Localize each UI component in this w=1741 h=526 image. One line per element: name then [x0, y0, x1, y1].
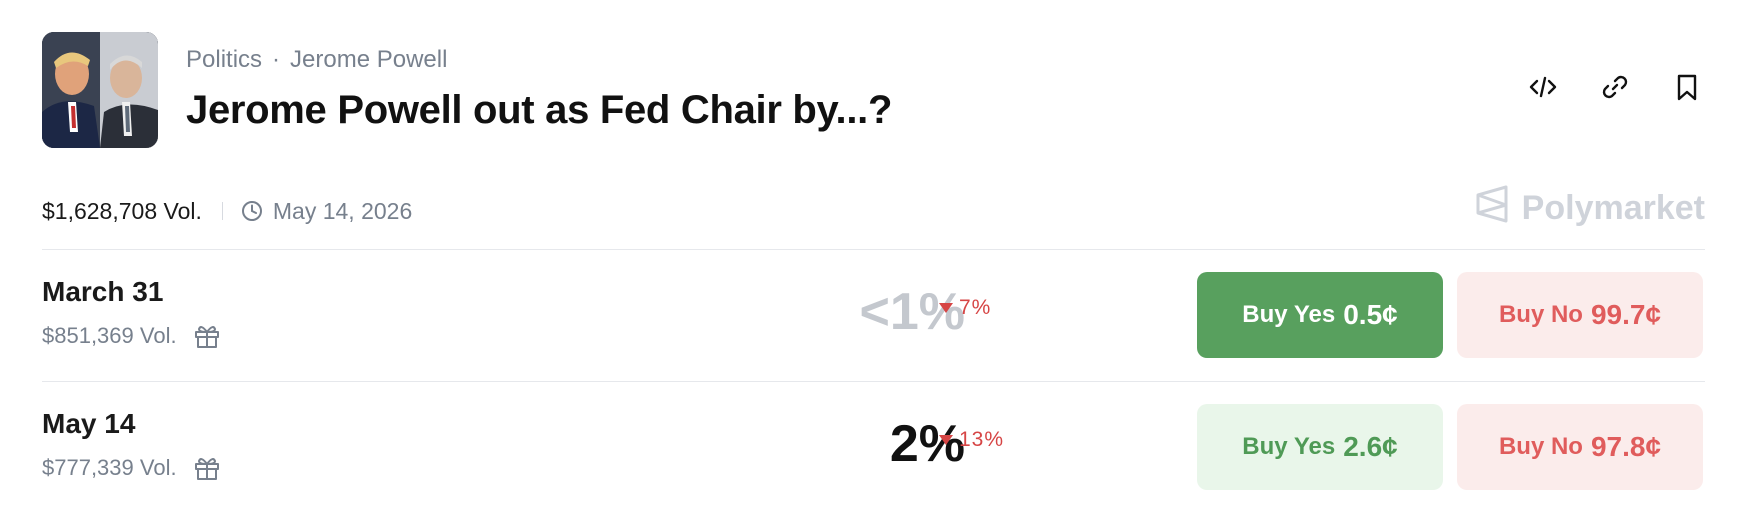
buy-no-label: Buy No [1498, 433, 1583, 460]
header-actions [1528, 72, 1702, 102]
page-title: Jerome Powell out as Fed Chair by...? [186, 88, 893, 132]
probability-change: 13% [939, 428, 1004, 452]
buy-yes-label: Buy Yes [1242, 433, 1336, 460]
bookmark-icon[interactable] [1672, 72, 1702, 102]
buy-yes-button[interactable]: Buy Yes 2.6¢ [1197, 404, 1443, 490]
meta-divider [221, 202, 223, 220]
outcome-volume-text: $851,369 Vol. [42, 323, 177, 348]
breadcrumb: Politics · Jerome Powell [186, 46, 447, 74]
outcome-row[interactable]: March 31 $851,369 Vol. <1% 7% Buy Yes 0.… [42, 250, 1705, 380]
breadcrumb-subcategory[interactable]: Jerome Powell [290, 46, 447, 73]
market-image [42, 32, 158, 148]
brand-watermark: Polymarket [1474, 184, 1705, 233]
probability-change-value: 13% [959, 428, 1005, 451]
buy-no-button[interactable]: Buy No 97.8¢ [1457, 404, 1703, 490]
breadcrumb-category[interactable]: Politics [186, 46, 262, 73]
outcome-name: May 14 [42, 408, 136, 439]
probability-change-value: 7% [959, 296, 992, 319]
outcome-name: March 31 [42, 276, 164, 307]
down-arrow-icon [939, 303, 953, 313]
clock-icon [241, 200, 263, 222]
outcome-row[interactable]: May 14 $777,339 Vol. 2% 13% Buy Yes 2.6¢… [42, 382, 1705, 512]
total-volume: $1,628,708 Vol. [42, 197, 202, 224]
outcome-volume: $777,339 Vol. [42, 454, 221, 482]
buy-yes-label: Buy Yes [1242, 301, 1336, 328]
buy-yes-price: 0.5¢ [1343, 299, 1398, 330]
embed-code-icon[interactable] [1528, 72, 1558, 102]
outcome-volume: $851,369 Vol. [42, 322, 221, 350]
breadcrumb-separator: · [272, 46, 281, 73]
probability-change: 7% [939, 296, 991, 320]
gift-icon[interactable] [193, 322, 221, 350]
gift-icon[interactable] [193, 454, 221, 482]
buy-no-label: Buy No [1498, 301, 1583, 328]
brand-name: Polymarket [1521, 189, 1705, 227]
market-meta: $1,628,708 Vol. May 14, 2026 [42, 196, 412, 226]
buy-no-price: 99.7¢ [1590, 299, 1662, 330]
down-arrow-icon [939, 435, 953, 445]
polymarket-logo-icon [1474, 184, 1510, 233]
outcome-volume-text: $777,339 Vol. [42, 455, 177, 480]
buy-yes-button[interactable]: Buy Yes 0.5¢ [1197, 272, 1443, 358]
buy-no-price: 97.8¢ [1590, 431, 1662, 462]
end-date: May 14, 2026 [272, 197, 413, 224]
buy-yes-price: 2.6¢ [1343, 431, 1398, 462]
copy-link-icon[interactable] [1600, 72, 1630, 102]
market-header: Politics · Jerome Powell Jerome Powell out… [42, 32, 1702, 150]
buy-no-button[interactable]: Buy No 99.7¢ [1457, 272, 1703, 358]
